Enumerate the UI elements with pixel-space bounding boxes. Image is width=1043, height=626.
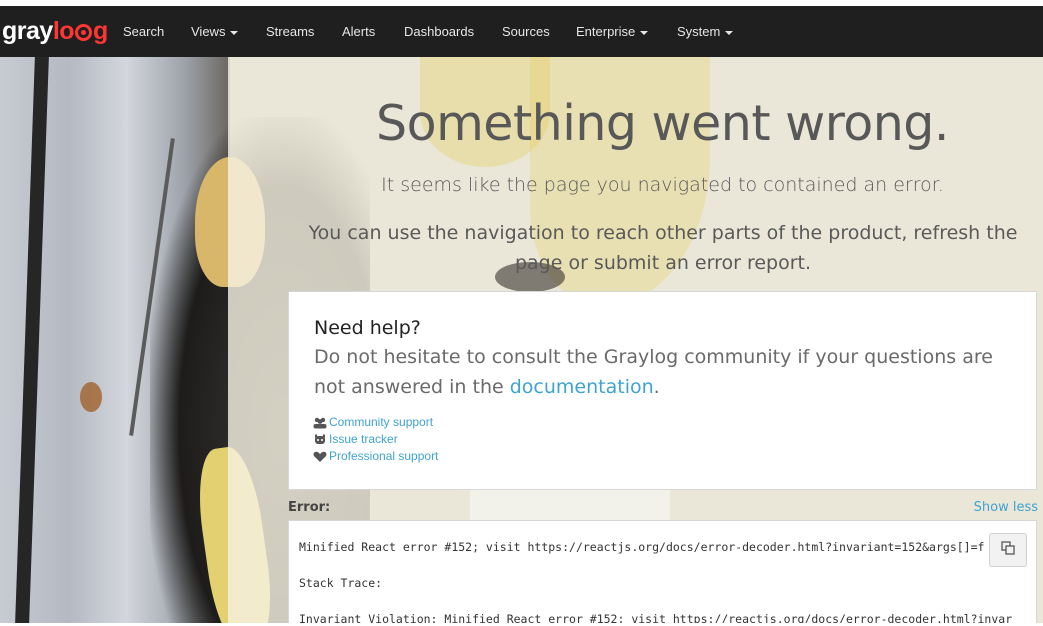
nav-search-label: Search	[123, 24, 165, 39]
nav-system[interactable]: System	[677, 6, 734, 57]
error-lead-text: It seems like the page you navigated to …	[381, 174, 944, 196]
error-instructions-text: You can use the navigation to reach othe…	[308, 222, 1018, 274]
chevron-down-icon	[230, 30, 239, 35]
issue-tracker-row: Issue tracker	[313, 431, 438, 448]
professional-support-link[interactable]: Professional support	[329, 448, 438, 465]
error-details-box: Minified React error #152; visit https:/…	[288, 520, 1037, 626]
stack-trace-heading: Stack Trace:	[299, 576, 383, 590]
help-text: Do not hesitate to consult the Graylog c…	[314, 342, 1014, 402]
copy-button[interactable]	[989, 533, 1027, 567]
github-icon	[313, 434, 327, 446]
nav-alerts[interactable]: Alerts	[342, 6, 375, 57]
nav-views[interactable]: Views	[191, 6, 239, 57]
nav-views-label: Views	[191, 24, 226, 39]
community-support-row: Community support	[313, 414, 438, 431]
background-rust	[80, 382, 102, 412]
logo-text-lo: lo	[52, 16, 75, 45]
help-text-period: .	[653, 376, 660, 398]
nav-dashboards[interactable]: Dashboards	[404, 6, 474, 57]
documentation-link[interactable]: documentation	[510, 376, 654, 398]
nav-sources[interactable]: Sources	[502, 6, 550, 57]
nav-search[interactable]: Search	[123, 6, 164, 57]
chevron-down-icon	[725, 30, 734, 35]
logo-text-g: g	[93, 16, 108, 45]
community-support-link[interactable]: Community support	[329, 414, 433, 431]
nav-alerts-label: Alerts	[342, 24, 376, 39]
nav-streams-label: Streams	[266, 24, 315, 39]
help-title: Need help?	[314, 317, 421, 339]
nav-dashboards-label: Dashboards	[404, 24, 475, 39]
help-panel: Need help? Do not hesitate to consult th…	[288, 291, 1037, 490]
logo-text-gray: gray	[2, 16, 53, 45]
professional-support-row: Professional support	[313, 448, 438, 465]
copy-icon	[1001, 540, 1015, 560]
nav-streams[interactable]: Streams	[266, 6, 314, 57]
navbar: gray lo g Search Views Streams Alerts Dash…	[0, 6, 1043, 57]
show-less-toggle[interactable]: Show less	[968, 500, 1038, 515]
error-message-line: Minified React error #152; visit https:/…	[299, 540, 1013, 554]
nav-enterprise[interactable]: Enterprise	[576, 6, 649, 57]
chevron-down-icon	[640, 30, 649, 35]
page-title: Something went wrong.	[375, 95, 950, 152]
support-links: Community support Issue tracker Professi…	[313, 414, 438, 465]
nav-system-label: System	[677, 24, 721, 39]
error-label: Error:	[288, 500, 331, 515]
error-details-text: Minified React error #152; visit https:/…	[299, 538, 1034, 625]
users-icon	[313, 417, 327, 429]
nav-enterprise-label: Enterprise	[576, 24, 636, 39]
nav-sources-label: Sources	[502, 24, 550, 39]
logo-mark-icon	[75, 23, 93, 41]
graylog-logo[interactable]: gray lo g	[2, 16, 108, 46]
heart-icon	[313, 451, 327, 463]
issue-tracker-link[interactable]: Issue tracker	[329, 431, 398, 448]
